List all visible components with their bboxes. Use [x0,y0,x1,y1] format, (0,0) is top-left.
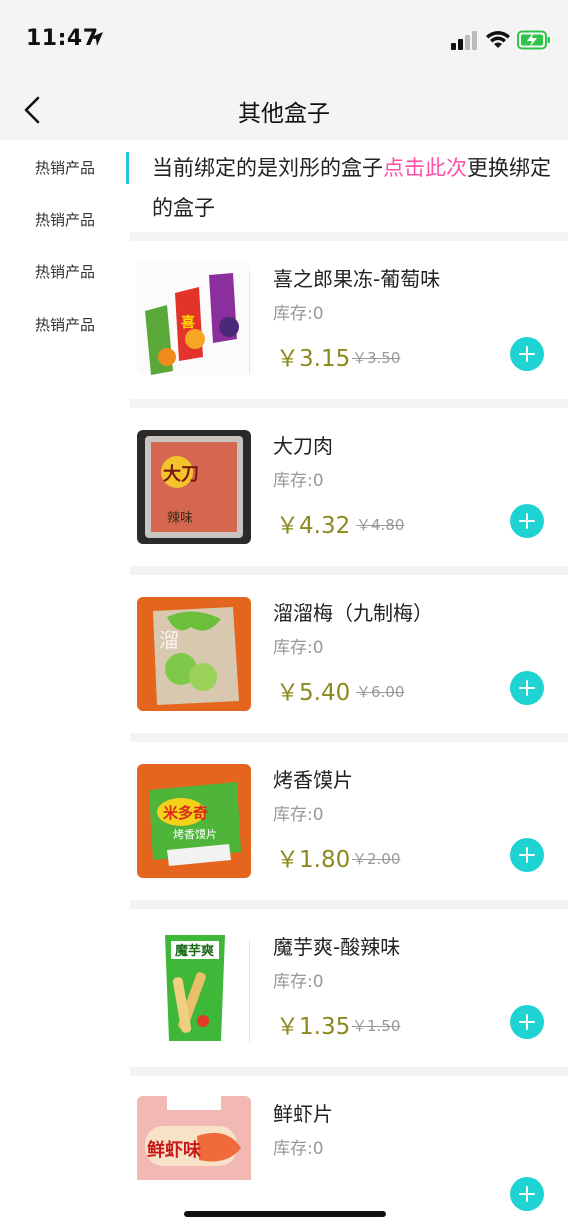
page-title: 其他盒子 [238,101,330,127]
product-stock: 库存:0 [273,304,324,324]
product-name: 大刀肉 [273,434,333,458]
product-card[interactable]: 鲜虾味 鲜虾片 库存:0 [130,1076,568,1230]
konjac-bag-icon: 魔芋爽 [137,931,251,1045]
notice-text-prefix: 当前绑定的是刘彤的盒子 [152,156,383,180]
svg-text:魔芋爽: 魔芋爽 [175,943,214,958]
plum-bag-icon: 溜 [137,597,251,711]
product-name: 烤香馍片 [273,768,353,792]
product-original-price: ￥1.50 [352,1017,401,1035]
product-price: ￥3.15 [276,346,351,372]
active-category-indicator [126,152,129,184]
product-card[interactable]: 米多奇 烤香馍片 烤香馍片 库存:0 ￥1.80 ￥2.00 [130,742,568,900]
thumb-divider [249,271,250,375]
product-name: 喜之郎果冻-葡萄味 [273,267,441,291]
product-stock: 库存:0 [273,471,324,491]
svg-text:米多奇: 米多奇 [163,804,208,822]
add-to-cart-button[interactable] [510,838,544,872]
cracker-bag-icon: 米多奇 烤香馍片 [137,764,251,878]
svg-text:喜: 喜 [181,314,195,330]
svg-text:溜: 溜 [159,629,179,652]
add-to-cart-button[interactable] [510,1005,544,1039]
product-price: ￥5.40 [276,680,351,706]
product-card[interactable]: 喜 喜之郎果冻-葡萄味 库存:0 ￥3.15 ￥3.50 [130,241,568,399]
add-to-cart-button[interactable] [510,504,544,538]
product-price: ￥4.32 [276,513,351,539]
product-original-price: ￥6.00 [356,683,405,701]
status-bar: 11:47 [0,0,568,80]
product-name: 魔芋爽-酸辣味 [273,935,401,959]
product-original-price: ￥3.50 [352,349,401,367]
shrimp-chips-bag-icon: 鲜虾味 [137,1096,251,1180]
thumb-divider [249,939,250,1043]
product-name: 鲜虾片 [273,1102,333,1126]
category-sidebar: 热销产品 热销产品 热销产品 热销产品 [0,140,128,1230]
product-stock: 库存:0 [273,1139,324,1159]
nav-bar: 其他盒子 [0,80,568,140]
svg-text:大刀: 大刀 [163,463,199,484]
product-original-price: ￥2.00 [352,850,401,868]
svg-text:烤香馍片: 烤香馍片 [173,827,217,841]
svg-text:鲜虾味: 鲜虾味 [147,1139,201,1160]
product-stock: 库存:0 [273,972,324,992]
bound-box-notice: 当前绑定的是刘彤的盒子点击此次更换绑定的盒子 [130,140,568,232]
wifi-icon [486,31,510,48]
sidebar-item-hot-products-4[interactable]: 热销产品 [0,305,128,345]
sidebar-item-hot-products-2[interactable]: 热销产品 [0,200,128,240]
product-price: ￥1.35 [276,1014,351,1040]
product-card[interactable]: 溜 溜溜梅（九制梅） 库存:0 ￥5.40 ￥6.00 [130,575,568,733]
signal-icon [451,31,477,50]
svg-text:辣味: 辣味 [167,510,193,525]
add-to-cart-button[interactable] [510,671,544,705]
sidebar-item-hot-products-1[interactable]: 热销产品 [0,148,128,188]
jelly-pouch-icon: 喜 [137,261,251,375]
product-card[interactable]: 魔芋爽 魔芋爽-酸辣味 库存:0 ￥1.35 ￥1.50 [130,909,568,1067]
add-to-cart-button[interactable] [510,337,544,371]
battery-charging-icon [517,30,550,50]
change-box-link[interactable]: 点击此次 [383,156,467,180]
product-card[interactable]: 大刀 辣味 大刀肉 库存:0 ￥4.32 ￥4.80 [130,408,568,566]
product-stock: 库存:0 [273,638,324,658]
product-stock: 库存:0 [273,805,324,825]
snack-bag-icon: 大刀 辣味 [137,430,251,544]
product-list: 当前绑定的是刘彤的盒子点击此次更换绑定的盒子 喜 喜之郎果冻-葡萄味 库存:0 … [130,140,568,1230]
home-indicator [184,1211,386,1217]
product-original-price: ￥4.80 [356,516,405,534]
add-to-cart-button[interactable] [510,1177,544,1211]
sidebar-item-hot-products-3[interactable]: 热销产品 [0,252,128,292]
location-arrow-icon [89,32,103,46]
product-price: ￥1.80 [276,847,351,873]
product-name: 溜溜梅（九制梅） [273,601,433,625]
